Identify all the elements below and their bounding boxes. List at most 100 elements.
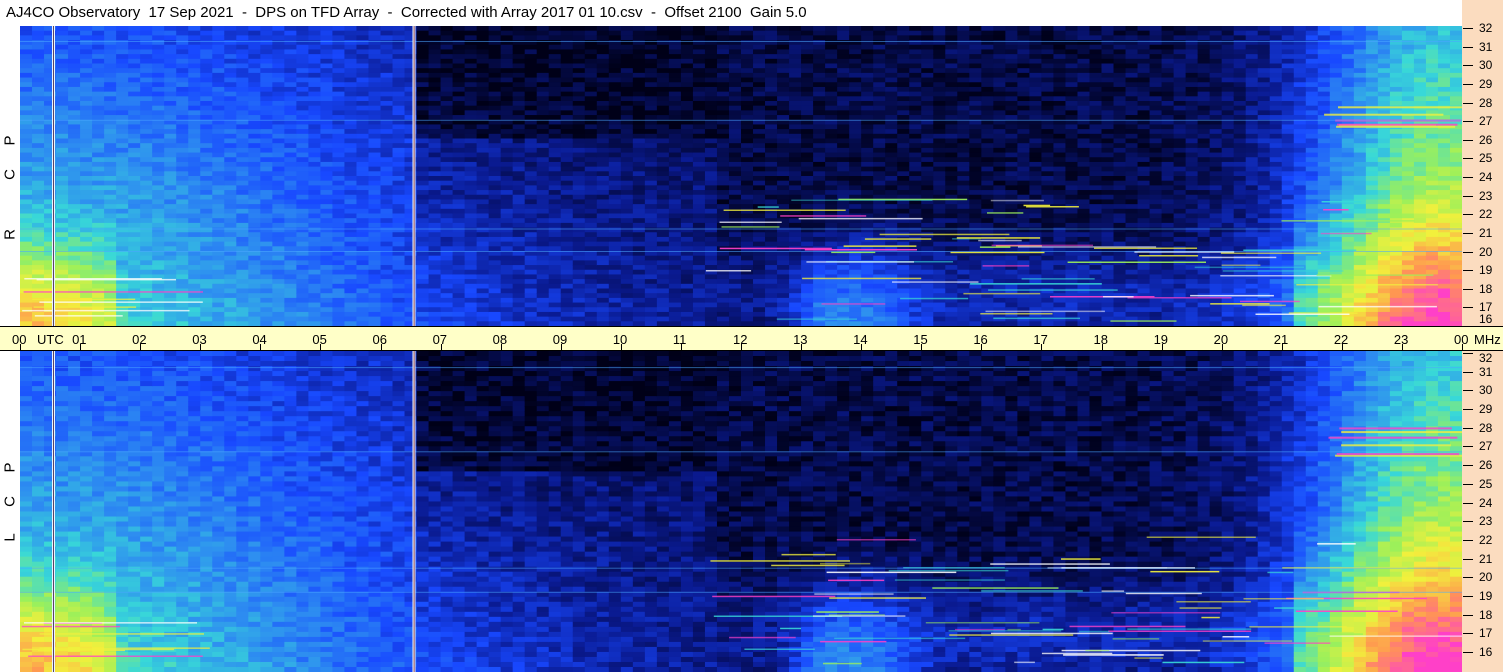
- heatmap-cell: [680, 297, 694, 304]
- heatmap-cell: [584, 176, 598, 182]
- heatmap-cell: [789, 185, 802, 191]
- heatmap-cell: [212, 166, 225, 172]
- heatmap-cell: [212, 241, 225, 247]
- heatmap-cell: [320, 101, 334, 107]
- heatmap-cell: [128, 138, 141, 144]
- heatmap-cell: [80, 194, 93, 201]
- heatmap-cell: [548, 143, 562, 149]
- heatmap-cell: [368, 115, 382, 121]
- heatmap-cell: [656, 218, 670, 224]
- heatmap-cell: [116, 91, 129, 97]
- heatmap-cell: [741, 138, 754, 144]
- heatmap-cell: [873, 110, 886, 116]
- heatmap-cell: [548, 302, 562, 308]
- heatmap-cell: [680, 269, 694, 276]
- heatmap-cell: [296, 171, 309, 177]
- heatmap-cell: [704, 180, 718, 186]
- heatmap-cell: [284, 40, 297, 46]
- heatmap-cell: [140, 91, 153, 97]
- heatmap-cell: [584, 138, 598, 144]
- heatmap-cell: [236, 194, 249, 201]
- heatmap-cell: [152, 208, 165, 215]
- heatmap-cell: [212, 307, 225, 313]
- heatmap-cell: [428, 185, 442, 191]
- heatmap-cell: [116, 288, 129, 294]
- heatmap-cell: [296, 180, 309, 186]
- heatmap-cell: [320, 180, 334, 186]
- heatmap-cell: [644, 166, 658, 172]
- heatmap-cell: [236, 293, 249, 299]
- heatmap-cell: [716, 236, 730, 243]
- heatmap-cell: [849, 232, 862, 238]
- heatmap-cell: [464, 311, 478, 318]
- heatmap-cell: [368, 166, 382, 172]
- heatmap-cell: [813, 96, 826, 102]
- heatmap-cell: [596, 241, 610, 247]
- heatmap-cell: [212, 147, 225, 154]
- heatmap-cell: [272, 199, 285, 205]
- heatmap-cell: [885, 161, 898, 168]
- heatmap-cell: [909, 255, 922, 261]
- heatmap-cell: [356, 297, 370, 304]
- heatmap-cell: [260, 241, 273, 247]
- heatmap-cell: [152, 255, 165, 261]
- heatmap-cell: [909, 222, 922, 229]
- heatmap-cell: [92, 166, 105, 172]
- heatmap-cell: [368, 222, 382, 229]
- heatmap-cell: [572, 26, 586, 32]
- heatmap-cell: [813, 110, 826, 116]
- heatmap-cell: [464, 265, 478, 271]
- heatmap-cell: [789, 68, 802, 74]
- heatmap-cell: [416, 302, 430, 308]
- heatmap-cell: [620, 204, 634, 210]
- heatmap-cell: [440, 302, 454, 308]
- heatmap-cell: [608, 147, 622, 154]
- heatmap-cell: [909, 166, 922, 172]
- heatmap-cell: [476, 185, 490, 191]
- heatmap-cell: [344, 204, 358, 210]
- heatmap-cell: [716, 138, 730, 144]
- heatmap-cell: [104, 68, 117, 74]
- heatmap-cell: [260, 274, 273, 280]
- heatmap-cell: [332, 241, 346, 247]
- heatmap-cell: [500, 316, 514, 322]
- heatmap-cell: [921, 96, 934, 102]
- heatmap-cell: [272, 101, 285, 107]
- heatmap-cell: [765, 40, 778, 46]
- heatmap-cell: [296, 110, 309, 116]
- heatmap-cell: [188, 110, 201, 116]
- heatmap-cell: [332, 133, 346, 140]
- heatmap-cell: [644, 283, 658, 290]
- heatmap-cell: [849, 40, 862, 46]
- heatmap-cell: [560, 199, 574, 205]
- heatmap-cell: [272, 68, 285, 74]
- heatmap-cell: [272, 274, 285, 280]
- heatmap-cell: [464, 204, 478, 210]
- heatmap-cell: [584, 35, 598, 41]
- heatmap-cell: [440, 77, 454, 83]
- heatmap-cell: [152, 143, 165, 149]
- heatmap-cell: [789, 283, 802, 290]
- heatmap-cell: [885, 171, 898, 177]
- heatmap-cell: [704, 138, 718, 144]
- heatmap-cell: [308, 26, 322, 32]
- heatmap-cell: [777, 307, 790, 313]
- heatmap-cell: [428, 161, 442, 168]
- heatmap-cell: [837, 293, 850, 299]
- heatmap-cell: [80, 110, 93, 116]
- heatmap-cell: [116, 269, 129, 276]
- heatmap-cell: [801, 68, 814, 74]
- heatmap-cell: [608, 293, 622, 299]
- heatmap-cell: [560, 246, 574, 252]
- heatmap-cell: [452, 44, 466, 51]
- heatmap-cell: [608, 185, 622, 191]
- heatmap-cell: [753, 171, 766, 177]
- heatmap-cell: [320, 44, 334, 51]
- heatmap-cell: [909, 77, 922, 83]
- heatmap-cell: [212, 129, 225, 135]
- heatmap-cell: [849, 110, 862, 116]
- heatmap-cell: [596, 86, 610, 93]
- heatmap-cell: [536, 311, 550, 318]
- heatmap-cell: [236, 255, 249, 261]
- heatmap-cell: [861, 58, 874, 65]
